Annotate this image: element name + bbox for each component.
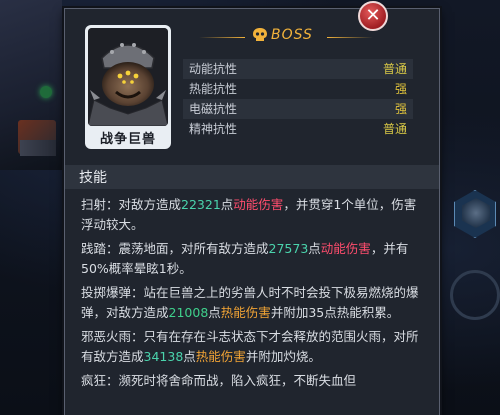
- resistance-label: 精神抗性: [189, 122, 238, 136]
- skills-list: 扫射：对敌方造成22321点动能伤害，并贯穿1个单位，伤害浮动较大。 践踏：震荡地…: [81, 195, 423, 395]
- skill-entry: 投掷爆弹：站在巨兽之上的劣兽人时不时会投下极易燃烧的爆弹，对敌方造成21008点…: [81, 283, 423, 323]
- skill-entry: 践踏：震荡地面，对所有敌方造成27573点动能伤害，并有50%概率晕眩1秒。: [81, 239, 423, 279]
- skill-text: 21008: [168, 305, 209, 320]
- skill-text: 热能伤害: [195, 349, 246, 364]
- boss-title: BOSS: [271, 27, 313, 43]
- skill-entry: 扫射：对敌方造成22321点动能伤害，并贯穿1个单位，伤害浮动较大。: [81, 195, 423, 235]
- resistance-label: 热能抗性: [189, 82, 238, 96]
- skill-text: 并附加灼烧。: [245, 349, 321, 364]
- skill-text: 并附加35点热能积累。: [270, 305, 400, 320]
- skill-text: 27573: [268, 241, 309, 256]
- background-ring: [450, 270, 500, 320]
- skill-text: 动能伤害: [233, 197, 284, 212]
- boss-name: 战争巨兽: [99, 132, 156, 147]
- resistance-table: 动能抗性 普通 热能抗性 强 电磁抗性 强 精神抗性 普通: [183, 59, 413, 139]
- boss-info-panel: ✕ 战争巨兽 BOSS 动能抗性 普通 热能抗性 强 电磁抗性 强 精神抗性 普…: [64, 1, 440, 415]
- resistance-value: 普通: [382, 122, 407, 136]
- boss-portrait-card: 战争巨兽: [85, 25, 171, 149]
- background-status-dot: [40, 86, 52, 98]
- skill-text: 疯狂：濒死时将舍命而战，陷入疯狂，不断失血但: [81, 373, 357, 388]
- skills-title: 技能: [79, 170, 107, 186]
- skills-section-header: 技能: [65, 165, 439, 189]
- boss-portrait-image: [88, 28, 168, 126]
- close-button[interactable]: ✕: [358, 1, 388, 31]
- resistance-row: 电磁抗性 强: [183, 99, 413, 119]
- resistance-label: 动能抗性: [189, 62, 238, 76]
- skill-text: 点: [220, 197, 234, 212]
- skill-text: 22321: [181, 197, 221, 212]
- skill-text: 扫射：对敌方造成: [81, 197, 182, 212]
- skill-text: 热能伤害: [220, 305, 271, 320]
- skill-text: 点: [183, 349, 196, 364]
- background-item-base: [20, 140, 56, 156]
- title-divider-right: [327, 37, 373, 38]
- resistance-row: 动能抗性 普通: [183, 59, 413, 79]
- title-divider-left: [199, 37, 245, 38]
- resistance-value: 普通: [382, 62, 407, 76]
- boss-header: 战争巨兽 BOSS 动能抗性 普通 热能抗性 强 电磁抗性 强 精神抗性 普通: [65, 9, 439, 157]
- game-scene: ✕ 战争巨兽 BOSS 动能抗性 普通 热能抗性 强 电磁抗性 强 精神抗性 普…: [0, 0, 500, 415]
- resistance-value: 强: [394, 102, 407, 116]
- skill-text: 点: [208, 305, 221, 320]
- resistance-value: 强: [394, 82, 407, 96]
- resistance-row: 精神抗性 普通: [183, 119, 413, 139]
- skill-text: 动能伤害: [320, 241, 371, 256]
- resistance-row: 热能抗性 强: [183, 79, 413, 99]
- skill-entry: 疯狂：濒死时将舍命而战，陷入疯狂，不断失血但: [81, 371, 423, 391]
- skill-text: 34138: [143, 349, 184, 364]
- resistance-label: 电磁抗性: [189, 102, 238, 116]
- skill-text: 践踏：震荡地面，对所有敌方造成: [81, 241, 269, 256]
- boss-skull-icon: [253, 28, 267, 41]
- skill-text: 点: [308, 241, 321, 256]
- skill-entry: 邪恶火雨：只有在存在斗志状态下才会释放的范围火雨，对所有敌方造成34138点热能…: [81, 327, 423, 367]
- warbeast-portrait-icon: [88, 28, 168, 126]
